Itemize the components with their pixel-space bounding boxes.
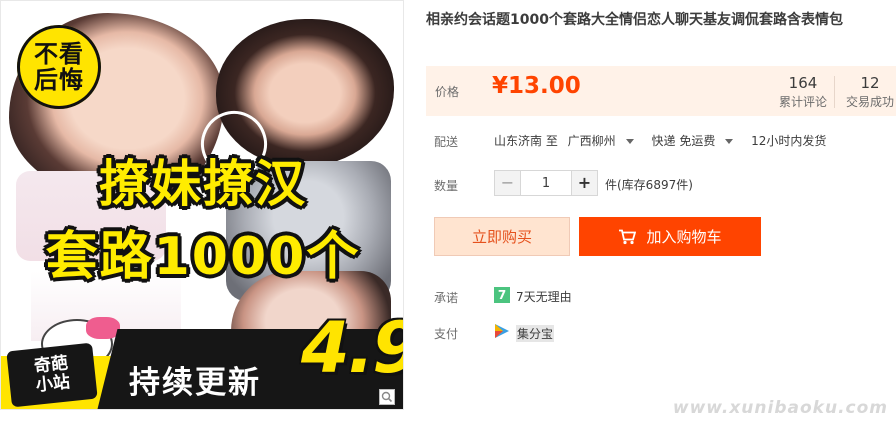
corner-line-2: 小站: [34, 372, 71, 396]
buy-now-button[interactable]: 立即购买: [434, 217, 570, 256]
quantity-label: 数量: [434, 179, 459, 193]
promise-label: 承诺: [434, 291, 459, 305]
promo-badge: 不看 后悔: [17, 25, 101, 109]
product-title: 相亲约会话题1000个套路大全情侣恋人聊天基友调侃套路含表情包: [426, 12, 843, 28]
deals-count: 12: [860, 74, 880, 92]
shipping-destination: 广西柳州: [567, 134, 616, 148]
jifenbao-icon: [495, 324, 509, 338]
shipping-origin: 山东济南 至: [494, 134, 558, 148]
headline-line-1: 撩妹撩汉: [99, 155, 307, 213]
reviews-count: 164: [788, 74, 818, 92]
cart-icon: [619, 229, 637, 244]
payment-text: 集分宝: [516, 325, 555, 342]
price-panel: 价格 ¥13.00 164 累计评论 12 交易成功: [426, 66, 896, 116]
shipping-method-select[interactable]: 快递 免运费: [652, 134, 742, 148]
headline-line-2: 套路1000个: [45, 227, 361, 287]
chevron-down-icon: [625, 139, 634, 144]
seven-day-return-icon: 7: [494, 287, 510, 303]
shipping-destination-select[interactable]: 广西柳州: [568, 134, 642, 148]
site-watermark: www.xunibaoku.com: [672, 398, 888, 418]
reviews-label: 累计评论: [778, 95, 827, 109]
reviews-stat[interactable]: 164 累计评论: [775, 74, 831, 112]
quantity-input[interactable]: [522, 171, 570, 195]
zoom-icon[interactable]: [379, 389, 395, 405]
promise-text[interactable]: 7天无理由: [516, 288, 572, 305]
add-to-cart-button[interactable]: 加入购物车: [579, 217, 761, 256]
shipping-row: 山东济南 至 广西柳州 快递 免运费 12小时内发货: [494, 132, 832, 149]
deals-stat: 12 交易成功: [838, 74, 896, 112]
price-value: ¥13.00: [492, 73, 581, 99]
shipping-dispatch: 12小时内发货: [751, 134, 827, 148]
stock-info: 件(库存6897件): [605, 178, 693, 192]
badge-line-2: 后悔: [34, 66, 84, 94]
chevron-down-icon: [725, 139, 734, 144]
stat-divider: [834, 76, 835, 108]
price-label: 价格: [435, 85, 460, 99]
deals-label: 交易成功: [845, 95, 894, 109]
buy-now-label: 立即购买: [471, 228, 532, 246]
quantity-decrease-button[interactable]: −: [495, 171, 521, 195]
product-main-image[interactable]: 不看 后悔 撩妹撩汉 套路1000个 持续更新 4.9 奇葩 小站: [0, 0, 404, 410]
badge-line-1: 不看: [34, 40, 84, 68]
quantity-stepper: − +: [494, 170, 598, 196]
shipping-label: 配送: [434, 135, 459, 149]
payment-label: 支付: [434, 327, 459, 341]
corner-logo-tag: 奇葩 小站: [6, 342, 98, 408]
shipping-method: 快递 免运费: [651, 134, 716, 148]
add-to-cart-label: 加入购物车: [646, 228, 722, 246]
update-text: 持续更新: [129, 365, 261, 401]
rating-number: 4.9: [301, 307, 403, 389]
quantity-increase-button[interactable]: +: [571, 171, 597, 195]
